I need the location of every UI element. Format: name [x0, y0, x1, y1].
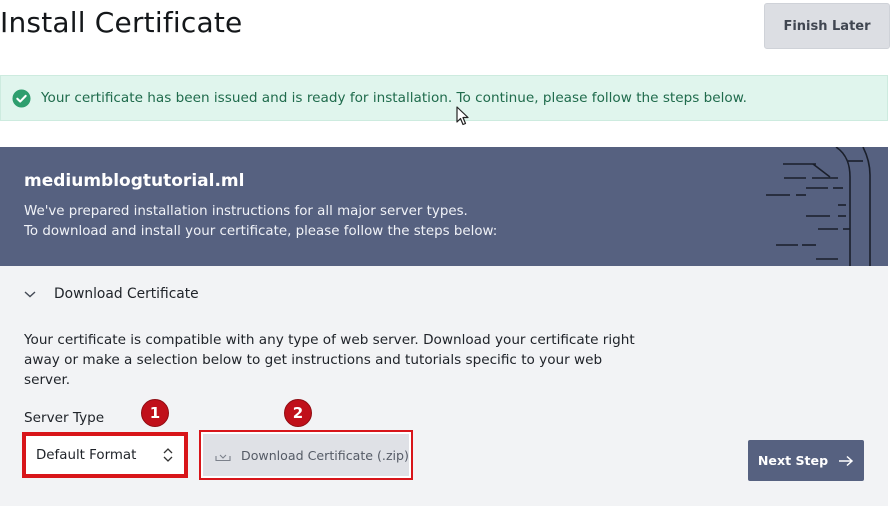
up-down-arrows-icon — [163, 448, 173, 462]
server-type-highlight: Default Format — [22, 432, 188, 478]
chevron-down-icon — [24, 291, 36, 298]
next-step-button[interactable]: Next Step — [748, 440, 864, 481]
section-title: Download Certificate — [54, 286, 199, 302]
hero-intro-line-2: To download and install your certificate… — [24, 224, 498, 239]
download-button-highlight: Download Certificate (.zip) — [199, 430, 413, 480]
compatibility-description: Your certificate is compatible with any … — [24, 332, 635, 388]
finish-later-button[interactable]: Finish Later — [764, 3, 890, 49]
server-type-label: Server Type — [24, 410, 105, 426]
arrow-right-icon — [839, 455, 854, 466]
hero-intro-line-1: We've prepared installation instructions… — [24, 204, 468, 219]
next-step-label: Next Step — [757, 453, 829, 468]
step-1-badge: 1 — [141, 399, 169, 427]
server-type-select[interactable]: Default Format — [26, 436, 184, 474]
check-circle-icon — [12, 88, 31, 108]
certificate-hero-banner: mediumblogtutorial.ml We've prepared ins… — [0, 147, 888, 266]
step-2-badge: 2 — [284, 399, 312, 427]
download-certificate-panel: Download Certificate Your certificate is… — [0, 266, 888, 506]
certificate-domain: mediumblogtutorial.ml — [24, 171, 245, 191]
success-alert: Your certificate has been issued and is … — [0, 75, 888, 121]
server-type-value: Default Format — [36, 447, 137, 463]
code-pattern-decoration — [766, 147, 871, 266]
download-certificate-button[interactable]: Download Certificate (.zip) — [203, 434, 409, 476]
alert-message: Your certificate has been issued and is … — [41, 90, 747, 106]
page-title: Install Certificate — [0, 6, 243, 39]
download-button-label: Download Certificate (.zip) — [241, 447, 409, 463]
mouse-cursor-icon — [456, 106, 469, 126]
download-certificate-toggle[interactable]: Download Certificate — [22, 286, 199, 302]
download-icon — [215, 454, 231, 462]
